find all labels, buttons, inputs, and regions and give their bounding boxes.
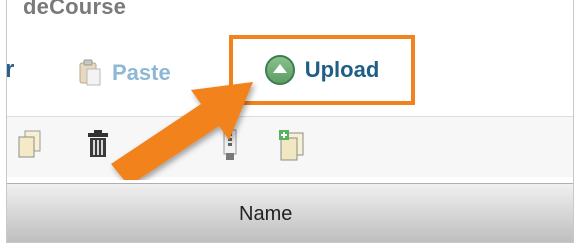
course-title: deCourse [23, 0, 127, 19]
tab-partial[interactable]: r [7, 56, 14, 84]
column-header-name[interactable]: Name [239, 203, 292, 226]
file-toolbar [7, 116, 573, 177]
new-file-icon[interactable] [277, 129, 307, 166]
upload-icon [264, 55, 295, 85]
upload-label: Upload [304, 57, 380, 82]
course-window: deCourse r Paste Upload [6, 0, 574, 243]
table-header: Name [7, 183, 573, 242]
action-ribbon: r Paste Upload [7, 30, 573, 110]
copy-icon[interactable] [17, 129, 43, 164]
callout-arrow-icon [111, 82, 253, 180]
clipboard-icon [78, 59, 102, 87]
